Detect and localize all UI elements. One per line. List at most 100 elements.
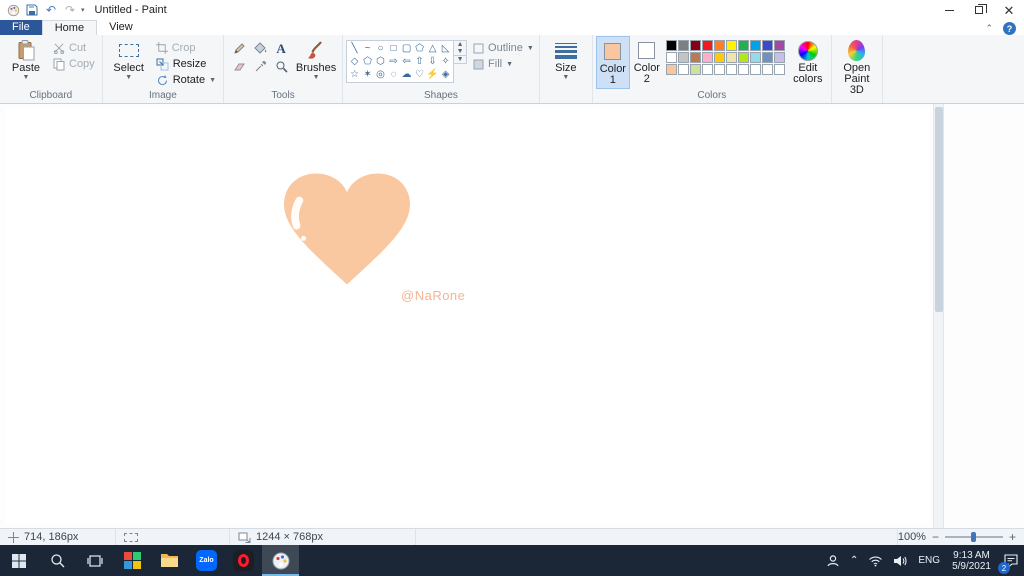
people-tray-button[interactable] — [821, 545, 845, 576]
cut-button[interactable]: Cut — [49, 40, 99, 56]
shape-hexagon-icon[interactable]: ⬡ — [374, 55, 387, 68]
fill-dropdown-icon[interactable]: ▼ — [506, 61, 513, 68]
palette-swatch[interactable] — [713, 40, 725, 51]
palette-swatch[interactable] — [701, 40, 713, 51]
action-center-button[interactable]: 2 — [998, 545, 1024, 576]
outline-dropdown-icon[interactable]: ▼ — [527, 45, 534, 52]
paste-dropdown-icon[interactable]: ▼ — [23, 74, 30, 81]
paste-button[interactable]: Paste ▼ — [3, 36, 49, 83]
rotate-dropdown-icon[interactable]: ▼ — [209, 77, 216, 84]
shape-line-icon[interactable]: ╲ — [348, 42, 361, 55]
palette-swatch[interactable] — [737, 64, 749, 75]
tab-view[interactable]: View — [97, 20, 145, 35]
palette-swatch[interactable] — [737, 52, 749, 63]
help-icon[interactable]: ? — [1003, 22, 1016, 35]
customize-quick-access-icon[interactable]: ▾ — [81, 6, 85, 14]
redo-button[interactable]: ↷ — [62, 2, 78, 18]
palette-swatch[interactable] — [677, 64, 689, 75]
palette-swatch[interactable] — [749, 64, 761, 75]
task-view-button[interactable] — [76, 545, 114, 576]
shape-five-point-star-icon[interactable]: ☆ — [348, 68, 361, 81]
magnifier-tool-icon[interactable] — [271, 58, 291, 75]
palette-swatch[interactable] — [713, 64, 725, 75]
vertical-scrollbar-thumb[interactable] — [935, 107, 943, 312]
select-dropdown-icon[interactable]: ▼ — [125, 74, 132, 81]
pencil-tool-icon[interactable] — [229, 40, 249, 57]
open-paint3d-button[interactable]: Open Paint 3D — [835, 36, 879, 98]
shape-rectangle-icon[interactable]: □ — [387, 42, 400, 55]
palette-swatch[interactable] — [701, 64, 713, 75]
palette-swatch[interactable] — [689, 40, 701, 51]
palette-swatch[interactable] — [713, 52, 725, 63]
taskbar-app-file-explorer[interactable] — [151, 545, 188, 576]
fill-with-color-tool-icon[interactable] — [250, 40, 270, 57]
shape-polygon-icon[interactable]: ⬠ — [413, 42, 426, 55]
taskbar-search-button[interactable] — [38, 545, 76, 576]
size-button[interactable]: Size ▼ — [543, 36, 589, 83]
color2-button[interactable]: Color 2 — [630, 36, 664, 87]
shape-left-arrow-icon[interactable]: ⇦ — [400, 55, 413, 68]
palette-swatch[interactable] — [749, 40, 761, 51]
select-button[interactable]: Select ▼ — [106, 36, 152, 83]
close-button[interactable]: ✕ — [994, 0, 1024, 20]
edit-colors-button[interactable]: Edit colors — [788, 36, 828, 87]
start-button[interactable] — [0, 545, 38, 576]
shape-rounded-callout-icon[interactable]: ◎ — [374, 68, 387, 81]
color-picker-tool-icon[interactable] — [250, 58, 270, 75]
taskbar-app-opera[interactable] — [225, 545, 262, 576]
shape-scroll-up-icon[interactable]: ▲ — [454, 41, 466, 48]
network-tray-button[interactable] — [863, 545, 888, 576]
collapse-ribbon-icon[interactable]: ⌃ — [985, 23, 993, 34]
shape-fill-button[interactable]: Fill ▼ — [473, 58, 534, 70]
shape-diamond-alt-icon[interactable]: ◈ — [439, 68, 452, 81]
minimize-button[interactable] — [934, 0, 964, 20]
shape-down-arrow-icon[interactable]: ⇩ — [426, 55, 439, 68]
palette-swatch[interactable] — [677, 52, 689, 63]
palette-swatch[interactable] — [773, 64, 785, 75]
zoom-out-icon[interactable]: − — [932, 531, 939, 543]
color1-button[interactable]: Color 1 — [595, 36, 630, 89]
undo-button[interactable]: ↶ — [43, 2, 59, 18]
drawing-canvas[interactable]: @NaRone — [5, 108, 930, 524]
palette-swatch[interactable] — [677, 40, 689, 51]
shape-six-point-star-icon[interactable]: ✶ — [361, 68, 374, 81]
crop-button[interactable]: Crop — [152, 40, 220, 56]
resize-button[interactable]: Resize — [152, 56, 220, 72]
palette-swatch[interactable] — [761, 64, 773, 75]
shape-right-triangle-icon[interactable]: ◺ — [439, 42, 452, 55]
shape-outline-button[interactable]: Outline ▼ — [473, 42, 534, 54]
taskbar-app-colored-grid[interactable] — [114, 545, 151, 576]
restore-button[interactable] — [964, 0, 994, 20]
taskbar-app-zalo[interactable]: Zalo — [188, 545, 225, 576]
shape-oval-icon[interactable]: ○ — [374, 42, 387, 55]
tab-home[interactable]: Home — [41, 20, 98, 35]
palette-swatch[interactable] — [773, 40, 785, 51]
shape-right-arrow-icon[interactable]: ⇨ — [387, 55, 400, 68]
shape-rounded-rectangle-icon[interactable]: ▢ — [400, 42, 413, 55]
palette-swatch[interactable] — [665, 40, 677, 51]
palette-swatch[interactable] — [689, 64, 701, 75]
rotate-button[interactable]: Rotate ▼ — [152, 72, 220, 88]
shape-cloud-callout-icon[interactable]: ☁ — [400, 68, 413, 81]
palette-swatch[interactable] — [737, 40, 749, 51]
palette-swatch[interactable] — [773, 52, 785, 63]
language-indicator[interactable]: ENG — [913, 545, 945, 576]
palette-swatch[interactable] — [761, 52, 773, 63]
zoom-slider[interactable] — [944, 532, 1003, 542]
palette-swatch[interactable] — [725, 52, 737, 63]
palette-swatch[interactable] — [749, 52, 761, 63]
shape-diamond-icon[interactable]: ◇ — [348, 55, 361, 68]
palette-swatch[interactable] — [725, 64, 737, 75]
shape-triangle-icon[interactable]: △ — [426, 42, 439, 55]
palette-swatch[interactable] — [761, 40, 773, 51]
shape-heart-icon[interactable]: ♡ — [413, 68, 426, 81]
clock[interactable]: 9:13 AM 5/9/2021 — [945, 550, 998, 572]
zoom-in-icon[interactable]: + — [1009, 531, 1016, 543]
palette-swatch[interactable] — [701, 52, 713, 63]
palette-swatch[interactable] — [725, 40, 737, 51]
show-hidden-icons-button[interactable]: ⌃ — [845, 545, 863, 576]
shape-lightning-icon[interactable]: ⚡ — [426, 68, 439, 81]
shape-oval-callout-icon[interactable]: ◌ — [387, 68, 400, 81]
palette-swatch[interactable] — [665, 64, 677, 75]
taskbar-app-paint[interactable] — [262, 545, 299, 576]
